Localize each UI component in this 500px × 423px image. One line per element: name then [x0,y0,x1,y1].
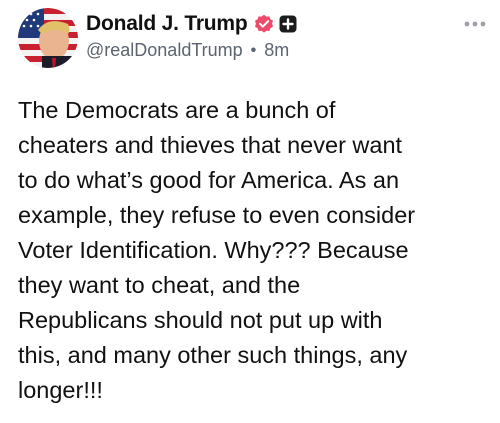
post-timestamp[interactable]: 8m [264,40,289,61]
post-header: Donald J. Trump @realDonaldTrump • 8m [8,4,492,74]
avatar-image [18,8,78,68]
author-display-name[interactable]: Donald J. Trump [86,12,248,36]
more-options-icon[interactable] [460,14,490,34]
avatar[interactable] [18,8,78,68]
post-card: Donald J. Trump @realDonaldTrump • 8m Th… [0,0,500,423]
author-handle[interactable]: @realDonaldTrump [86,40,243,61]
plus-badge-icon [279,15,297,33]
verified-badge-icon [254,14,274,34]
author-name-row: Donald J. Trump [86,10,297,38]
meta-separator: • [250,41,257,59]
author-meta-row: @realDonaldTrump • 8m [86,40,289,61]
post-body-text: The Democrats are a bunch of cheaters an… [18,97,416,403]
